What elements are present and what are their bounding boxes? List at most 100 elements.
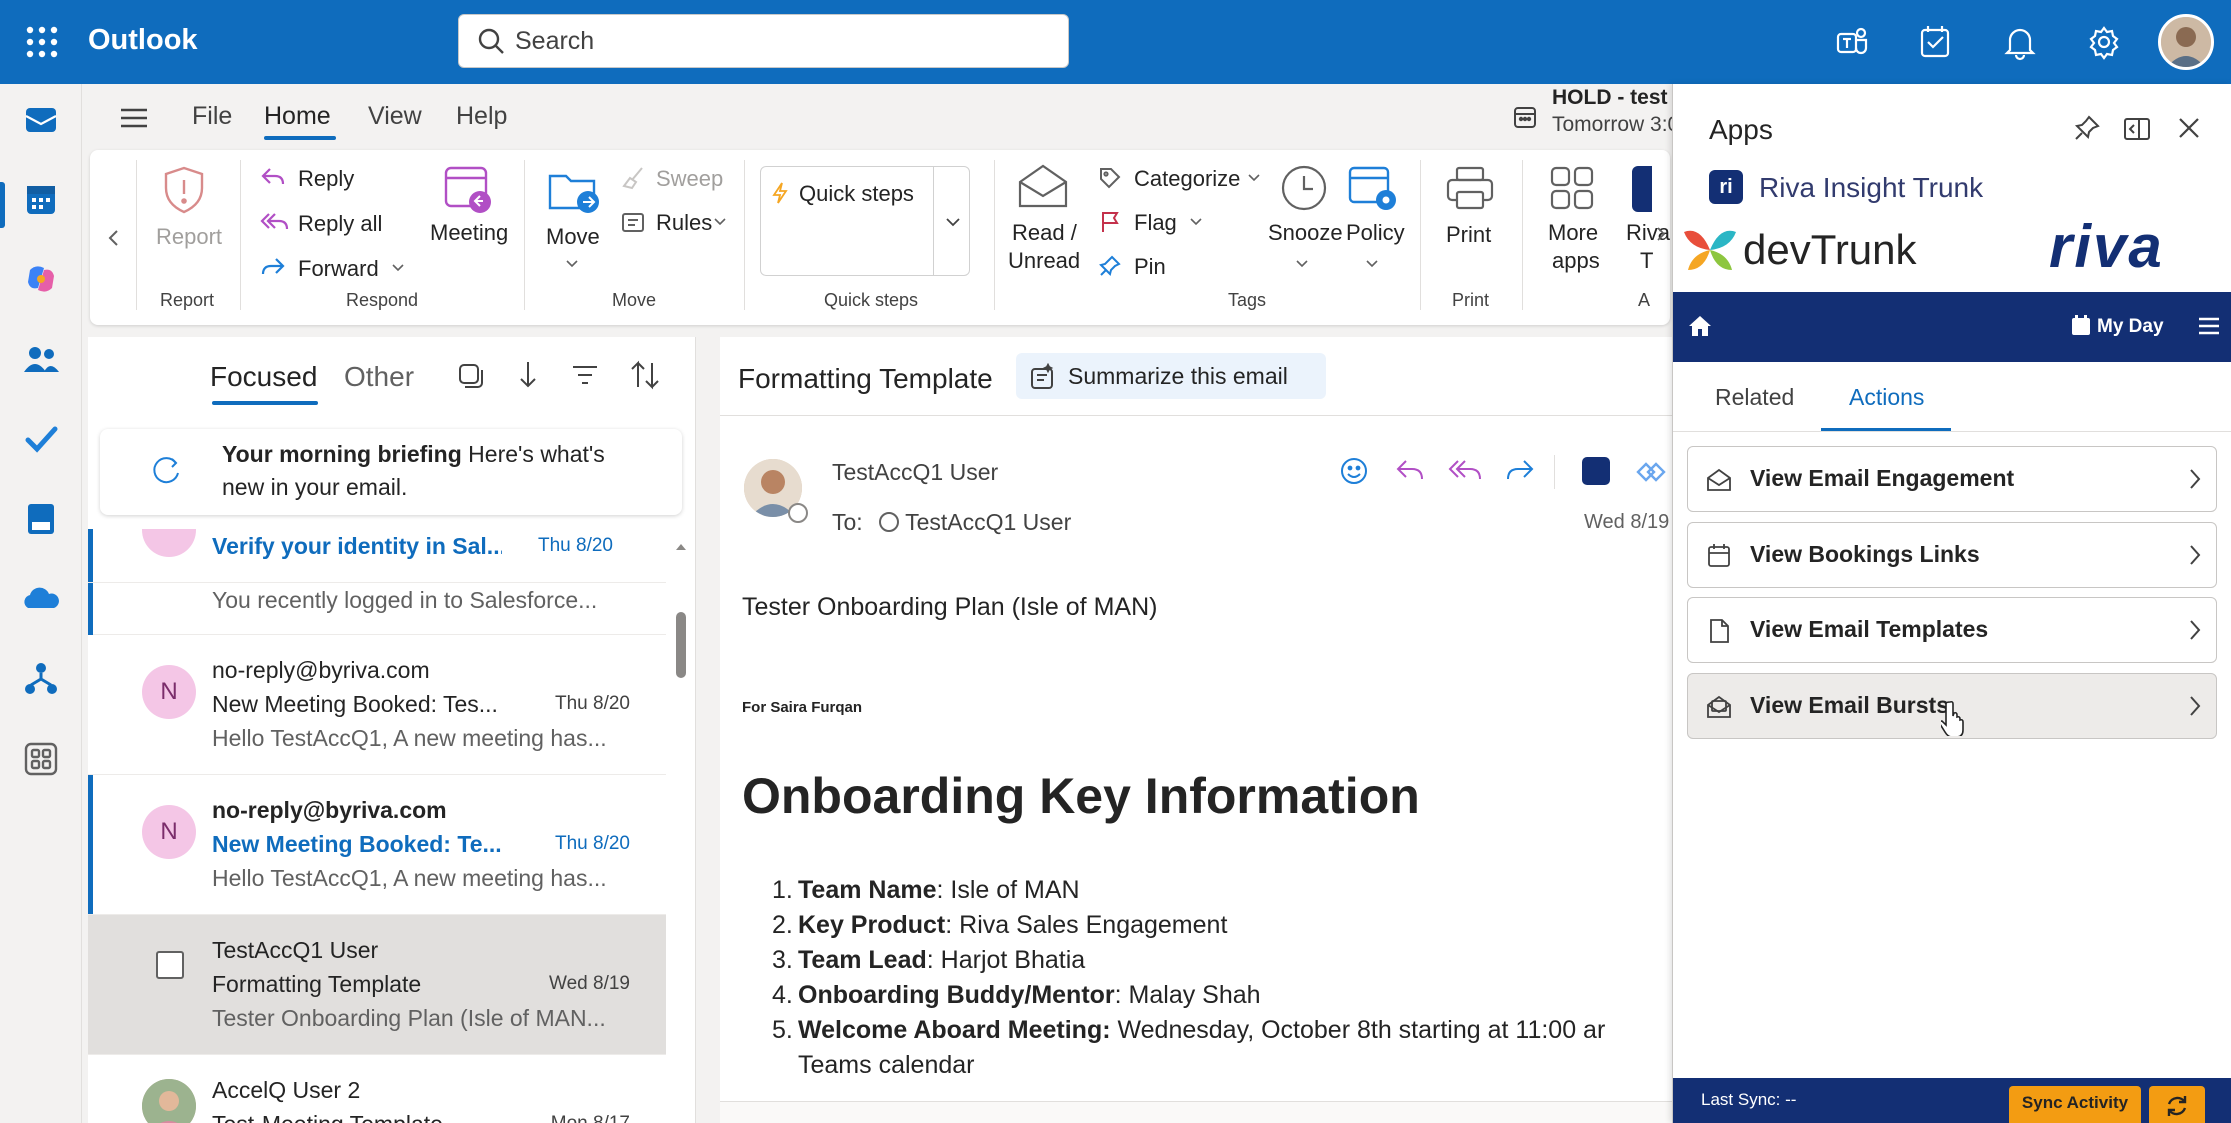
sender-name[interactable]: TestAccQ1 User <box>832 459 998 486</box>
report-shield-icon[interactable] <box>160 164 208 216</box>
reminder-title[interactable]: HOLD - test <box>1552 86 1668 110</box>
list-item-selected[interactable]: TestAccQ1 User Formatting Template Wed 8… <box>88 915 666 1055</box>
scrollbar-thumb[interactable] <box>676 612 686 678</box>
dock-panel-icon[interactable] <box>2123 116 2151 142</box>
policy-icon[interactable] <box>1346 162 1398 214</box>
summarize-button[interactable]: Summarize this email <box>1016 353 1326 399</box>
copilot-icon[interactable] <box>20 258 62 300</box>
todo-icon[interactable] <box>1914 20 1958 64</box>
app-launcher-icon[interactable] <box>22 22 62 62</box>
mail-icon[interactable] <box>20 98 62 140</box>
snooze-clock-icon[interactable] <box>1278 162 1330 214</box>
gear-icon[interactable] <box>2082 20 2126 64</box>
tab-help[interactable]: Help <box>456 102 507 131</box>
list-item-preview-row[interactable]: You recently logged in to Salesforce... <box>88 583 666 635</box>
tab-home[interactable]: Home <box>264 102 331 131</box>
reply-icon[interactable] <box>1394 457 1426 485</box>
list-item[interactable]: N no-reply@byriva.com New Meeting Booked… <box>88 775 666 915</box>
app-title[interactable]: Outlook <box>88 24 198 57</box>
morning-briefing-card[interactable]: Your morning briefing Here's what's new … <box>100 429 682 515</box>
tab-actions[interactable]: Actions <box>1849 384 1924 411</box>
list-item[interactable]: N no-reply@byriva.com New Meeting Booked… <box>88 635 666 775</box>
tab-file[interactable]: File <box>192 102 232 131</box>
todo-check-icon[interactable] <box>20 418 62 460</box>
loop-add-in-icon[interactable] <box>1634 457 1666 487</box>
sweep-button[interactable]: Sweep <box>656 166 723 192</box>
home-icon[interactable] <box>1687 314 1713 338</box>
select-checkbox[interactable] <box>156 951 184 979</box>
view-email-engagement-button[interactable]: View Email Engagement <box>1687 446 2217 512</box>
quick-steps-gallery[interactable]: Quick steps <box>760 166 970 276</box>
meeting-icon[interactable] <box>442 162 494 216</box>
policy-dropdown-icon[interactable] <box>1366 260 1378 268</box>
reply-button[interactable]: Reply <box>298 166 354 192</box>
categorize-dropdown-icon[interactable] <box>1248 174 1260 182</box>
sort-icon[interactable] <box>628 359 662 391</box>
rules-button[interactable]: Rules <box>656 210 712 236</box>
flag-button[interactable]: Flag <box>1134 210 1177 236</box>
sync-activity-button[interactable]: Sync Activity <box>2009 1086 2141 1123</box>
more-apps-button-line2[interactable]: apps <box>1552 248 1600 274</box>
pin-button[interactable]: Pin <box>1134 254 1166 280</box>
move-dropdown-icon[interactable] <box>566 260 578 268</box>
teams-icon[interactable] <box>1830 20 1874 64</box>
onenote-icon[interactable] <box>20 498 62 540</box>
snooze-dropdown-icon[interactable] <box>1296 260 1308 268</box>
riva-app-icon[interactable] <box>1632 166 1652 212</box>
read-unread-button-line2[interactable]: Unread <box>1008 248 1080 274</box>
hamburger-icon[interactable] <box>118 102 150 134</box>
select-mode-icon[interactable] <box>456 361 486 391</box>
reminder-time[interactable]: Tomorrow 3:0 <box>1552 113 1672 137</box>
more-apps-button[interactable]: More <box>1548 220 1598 246</box>
riva-menu-icon[interactable] <box>2197 316 2221 336</box>
list-item[interactable]: AccelQ User 2 Test-Meeting Template Mon … <box>88 1055 666 1123</box>
people-icon[interactable] <box>20 338 62 380</box>
riva-add-in-icon[interactable] <box>1582 457 1610 485</box>
policy-button[interactable]: Policy <box>1346 220 1405 246</box>
flag-dropdown-icon[interactable] <box>1190 218 1202 226</box>
snooze-button[interactable]: Snooze <box>1268 220 1343 246</box>
org-explorer-icon[interactable] <box>20 658 62 700</box>
envelope-open-icon[interactable] <box>1016 162 1070 212</box>
tab-view[interactable]: View <box>368 102 422 131</box>
read-unread-button[interactable]: Read / <box>1012 220 1077 246</box>
forward-button[interactable]: Forward <box>298 256 379 282</box>
scroll-up-arrow-icon[interactable] <box>675 542 687 552</box>
meeting-button[interactable]: Meeting <box>430 220 508 246</box>
recipient-name[interactable]: TestAccQ1 User <box>905 509 1071 535</box>
search-input[interactable]: Search <box>458 14 1069 68</box>
rules-dropdown-icon[interactable] <box>714 218 726 226</box>
report-button[interactable]: Report <box>156 224 222 250</box>
move-button[interactable]: Move <box>546 224 600 250</box>
onedrive-icon[interactable] <box>20 578 62 620</box>
more-apps-grid-icon[interactable] <box>1548 164 1596 212</box>
tab-other[interactable]: Other <box>344 361 414 393</box>
calendar-icon[interactable] <box>20 178 62 220</box>
close-icon[interactable] <box>2177 116 2201 140</box>
view-bookings-links-button[interactable]: View Bookings Links <box>1687 522 2217 588</box>
filter-icon[interactable] <box>570 361 600 389</box>
mail-list-scrollbar[interactable] <box>670 542 692 1122</box>
reply-all-icon[interactable] <box>1448 457 1482 485</box>
avatar[interactable] <box>2158 14 2214 70</box>
ribbon-scroll-left-icon[interactable] <box>106 228 122 248</box>
move-folder-icon[interactable] <box>546 164 602 216</box>
riva-app-button-line2[interactable]: T <box>1640 248 1653 274</box>
view-email-templates-button[interactable]: View Email Templates <box>1687 597 2217 663</box>
tab-focused[interactable]: Focused <box>210 361 317 393</box>
list-item[interactable]: Verify your identity in Sal... Thu 8/20 <box>88 529 666 583</box>
bell-icon[interactable] <box>1998 20 2042 64</box>
ribbon-scroll-right-icon[interactable] <box>1656 226 1666 242</box>
tab-related[interactable]: Related <box>1715 384 1794 411</box>
reply-all-button[interactable]: Reply all <box>298 211 382 237</box>
pin-panel-icon[interactable] <box>2073 114 2101 142</box>
more-apps-icon[interactable] <box>20 738 62 780</box>
print-button[interactable]: Print <box>1446 222 1491 248</box>
jump-to-icon[interactable] <box>516 359 540 391</box>
refresh-button[interactable] <box>2149 1086 2205 1123</box>
quick-steps-expand-icon[interactable] <box>946 218 960 227</box>
forward-dropdown-icon[interactable] <box>392 264 404 272</box>
categorize-button[interactable]: Categorize <box>1134 166 1240 192</box>
printer-icon[interactable] <box>1444 164 1496 214</box>
emoji-react-icon[interactable] <box>1338 455 1370 487</box>
